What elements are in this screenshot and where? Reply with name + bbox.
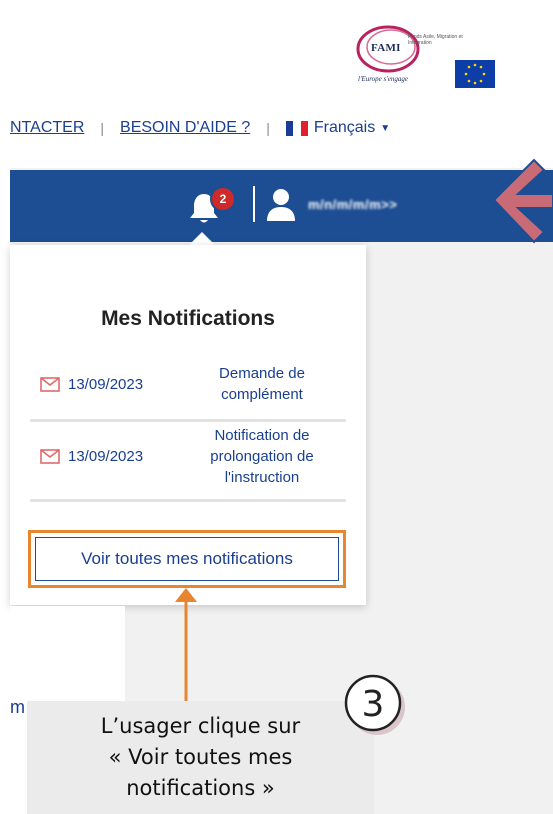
eu-flag-icon bbox=[455, 60, 495, 88]
mail-icon bbox=[40, 449, 60, 464]
top-links: NTACTER | BESOIN D'AIDE ? | Français ▼ bbox=[10, 116, 390, 140]
step-number: 3 bbox=[362, 684, 385, 725]
tutorial-pointer-arrow-icon bbox=[492, 158, 553, 244]
notification-item[interactable]: 13/09/2023 Notification de prolongation … bbox=[30, 425, 346, 488]
notification-date: 13/09/2023 bbox=[68, 375, 144, 393]
step-number-badge: 3 bbox=[344, 674, 405, 735]
notification-subject: Notification de prolongation de l'instru… bbox=[210, 427, 314, 486]
callout-line: L’usager clique sur bbox=[100, 714, 301, 738]
notification-divider bbox=[30, 499, 346, 502]
link-separator: | bbox=[266, 120, 270, 136]
user-icon[interactable] bbox=[264, 187, 298, 223]
language-selector[interactable]: Français ▼ bbox=[285, 119, 391, 137]
french-flag-icon bbox=[285, 120, 308, 136]
fami-logo[interactable]: FAMI Fonds Asile, Migration et Intégrati… bbox=[352, 20, 497, 90]
background-cut-text: m bbox=[10, 697, 25, 717]
notification-date: 13/09/2023 bbox=[68, 448, 144, 465]
notification-divider bbox=[30, 419, 346, 422]
navbar-divider bbox=[253, 186, 255, 222]
mail-icon bbox=[40, 376, 60, 392]
see-all-highlight: Voir toutes mes notifications bbox=[28, 530, 346, 588]
caret-down-icon: ▼ bbox=[380, 122, 391, 134]
notifications-dropdown: Mes Notifications 13/09/2023 Demande de … bbox=[10, 245, 366, 605]
notification-item[interactable]: 13/09/2023 Demande de complément bbox=[30, 363, 346, 405]
logo-subtitle: Fonds Asile, Migration et Intégration bbox=[408, 34, 463, 46]
callout-line: « Voir toutes mes bbox=[108, 745, 293, 769]
link-separator: | bbox=[100, 120, 105, 136]
help-link[interactable]: BESOIN D'AIDE ? bbox=[120, 119, 250, 137]
callout-line: notifications » bbox=[126, 776, 275, 800]
tutorial-callout: L’usager clique sur « Voir toutes mes no… bbox=[27, 701, 374, 814]
language-label: Français bbox=[313, 119, 376, 136]
see-all-notifications-button[interactable]: Voir toutes mes notifications bbox=[35, 537, 339, 581]
username-label[interactable]: m/n/m/m/m>> bbox=[308, 197, 433, 217]
logo-name: FAMI bbox=[371, 42, 401, 54]
notification-count-badge: 2 bbox=[210, 186, 236, 212]
notification-subject: Demande de complément bbox=[219, 365, 305, 403]
contact-link[interactable]: NTACTER bbox=[10, 119, 84, 137]
notifications-title: Mes Notifications bbox=[101, 307, 275, 330]
logo-tagline: l'Europe s'engage bbox=[358, 75, 408, 83]
orange-up-arrow-icon bbox=[175, 588, 197, 706]
